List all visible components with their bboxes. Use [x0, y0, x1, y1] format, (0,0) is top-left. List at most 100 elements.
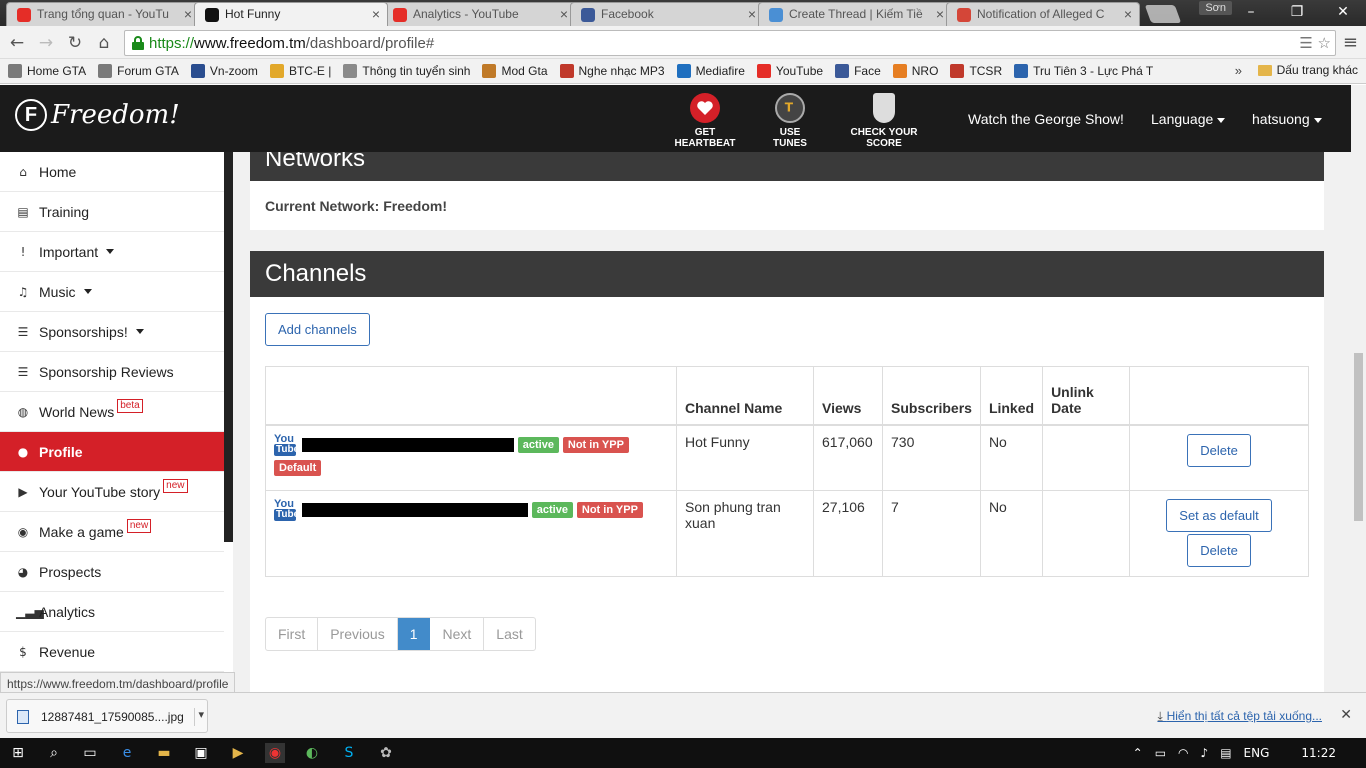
pager-page-1[interactable]: 1 — [397, 618, 431, 650]
notification-icon[interactable]: ▤ — [1220, 746, 1231, 760]
minimize-icon[interactable]: – — [1228, 0, 1274, 24]
wifi-icon[interactable]: ◠ — [1178, 746, 1188, 760]
chrome-icon[interactable]: ◉ — [265, 743, 285, 763]
skype-icon[interactable]: S — [339, 743, 359, 763]
close-tab-icon[interactable]: × — [936, 6, 944, 22]
sidebar-item-make-a-game[interactable]: ◉ Make a game new — [0, 512, 224, 552]
browser-tab[interactable]: Trang tổng quan - YouTu × — [6, 2, 200, 26]
bookmark-item[interactable]: Mediafire — [676, 64, 745, 78]
language-indicator[interactable]: ENG — [1244, 746, 1270, 760]
add-channels-button[interactable]: Add channels — [265, 313, 370, 346]
bookmark-item[interactable]: TCSR — [950, 64, 1002, 78]
column-header — [265, 366, 677, 426]
pager-next[interactable]: Next — [430, 618, 485, 650]
bookmark-item[interactable]: Nghe nhạc MP3 — [559, 64, 665, 78]
volume-icon[interactable]: ♪ — [1201, 746, 1209, 760]
close-icon[interactable]: ✕ — [1340, 707, 1352, 723]
get-heartbeat-link[interactable]: GET HEARTBEAT — [666, 93, 744, 149]
close-tab-icon[interactable]: × — [184, 6, 192, 22]
home-icon[interactable]: ⌂ — [93, 32, 115, 54]
sidebar-item-your-youtube-story[interactable]: ▶ Your YouTube story new — [0, 472, 224, 512]
download-item[interactable]: 12887481_17590085....jpg ▾ — [6, 699, 208, 733]
translate-icon[interactable]: ☰ ☆ — [1299, 34, 1331, 52]
bookmark-item[interactable]: Thông tin tuyển sinh — [343, 64, 470, 78]
sidebar-item-important[interactable]: ! Important — [0, 232, 224, 272]
use-tunes-link[interactable]: T USE TUNES — [762, 93, 818, 149]
user-dropdown[interactable]: hatsuong — [1252, 111, 1322, 127]
delete-button[interactable]: Delete — [1187, 534, 1251, 567]
sidebar-item-revenue[interactable]: $ Revenue — [0, 632, 224, 672]
get-heartbeat-label: GET HEARTBEAT — [674, 127, 736, 149]
browser-menu-icon[interactable]: ≡ — [1343, 32, 1358, 53]
browser-tab[interactable]: Facebook × — [570, 2, 764, 26]
bookmarks-overflow-button[interactable]: » — [1235, 63, 1242, 78]
task-view-icon[interactable]: ▭ — [80, 743, 100, 763]
bookmark-item[interactable]: BTC-E | — [269, 64, 331, 78]
edge-icon[interactable]: e — [117, 743, 137, 763]
browser-tab[interactable]: Analytics - YouTube × — [382, 2, 576, 26]
sidebar-item-home[interactable]: ⌂ Home — [0, 152, 224, 192]
bookmark-item[interactable]: Face — [835, 64, 881, 78]
windows-start-icon[interactable]: ⊞ — [8, 743, 28, 763]
pager-first[interactable]: First — [266, 618, 319, 650]
restore-icon[interactable]: ❐ — [1274, 0, 1320, 24]
other-bookmarks-folder[interactable]: Dấu trang khác — [1257, 63, 1358, 77]
game-icon[interactable]: ✿ — [376, 743, 396, 763]
bookmark-item[interactable]: NRO — [892, 64, 938, 78]
clock[interactable]: 11:22 — [1301, 746, 1336, 760]
bookmark-item[interactable]: Tru Tiên 3 - Lực Phá T — [1014, 64, 1153, 78]
chevron-up-icon[interactable]: ⌃ — [1133, 746, 1143, 760]
back-icon[interactable]: ← — [6, 32, 28, 54]
close-tab-icon[interactable]: × — [748, 6, 756, 22]
search-icon[interactable]: ⌕ — [44, 743, 64, 763]
bookmark-item[interactable]: YouTube — [756, 64, 823, 78]
bookmark-item[interactable]: Mod Gta — [482, 64, 548, 78]
set-default-button[interactable]: Set as default — [1166, 499, 1272, 532]
sidebar-item-sponsorship-reviews[interactable]: ☰ Sponsorship Reviews — [0, 352, 224, 392]
close-tab-icon[interactable]: × — [372, 6, 380, 22]
new-tab-button[interactable] — [1144, 5, 1182, 23]
sidebar-item-sponsorships[interactable]: ☰ Sponsorships! — [0, 312, 224, 352]
sidebar-item-analytics[interactable]: ▁▃▅ Analytics — [0, 592, 224, 632]
pager-last[interactable]: Last — [484, 618, 534, 650]
delete-button[interactable]: Delete — [1187, 433, 1251, 467]
file-explorer-icon[interactable]: ▬ — [154, 743, 174, 763]
page-scrollbar[interactable] — [1351, 85, 1366, 692]
sidebar-scrollbar[interactable] — [224, 152, 233, 542]
freedom-logo[interactable]: F Freedom! — [15, 99, 180, 131]
watch-george-show-link[interactable]: Watch the George Show! — [968, 111, 1124, 127]
subscribers-cell: 7 — [882, 490, 981, 577]
sidebar-item-music[interactable]: ♫ Music — [0, 272, 224, 312]
bookmark-item[interactable]: Forum GTA — [98, 64, 179, 78]
table-row: You Tube active Not in YPP Son phung tran… — [265, 490, 1309, 577]
bookmark-label: Nghe nhạc MP3 — [578, 64, 665, 78]
check-score-link[interactable]: CHECK YOUR SCORE — [834, 93, 934, 149]
app-icon[interactable]: ◐ — [302, 743, 322, 763]
sidebar-item-world-news[interactable]: ◍ World News beta — [0, 392, 224, 432]
scrollbar-thumb[interactable] — [1354, 353, 1363, 521]
linked-cell: No — [979, 490, 1044, 577]
sidebar-item-training[interactable]: ▤ Training — [0, 192, 224, 232]
sidebar-item-profile[interactable]: ● Profile — [0, 432, 224, 472]
close-tab-icon[interactable]: × — [560, 6, 568, 22]
show-all-downloads-link[interactable]: ⤓ Hiển thị tất cả tệp tải xuống... — [1157, 709, 1322, 724]
sidebar-item-prospects[interactable]: ◕ Prospects — [0, 552, 224, 592]
battery-icon[interactable]: ▭ — [1155, 746, 1166, 760]
browser-tab[interactable]: Hot Funny × — [194, 2, 388, 26]
chevron-down-icon[interactable]: ▾ — [194, 708, 204, 726]
language-dropdown[interactable]: Language — [1151, 111, 1226, 127]
redacted-channel-title — [301, 437, 514, 452]
browser-tab[interactable]: Notification of Alleged C × — [946, 2, 1140, 26]
bookmark-item[interactable]: Vn-zoom — [190, 64, 258, 78]
forward-icon[interactable]: → — [35, 32, 57, 54]
pager-previous[interactable]: Previous — [318, 618, 398, 650]
media-icon[interactable]: ▶ — [228, 743, 248, 763]
list-icon: ☰ — [17, 324, 29, 339]
browser-tab[interactable]: Create Thread | Kiếm Tiề × — [758, 2, 952, 26]
close-tab-icon[interactable]: × — [1124, 6, 1132, 22]
reload-icon[interactable]: ↻ — [64, 32, 86, 54]
bookmark-item[interactable]: Home GTA — [8, 64, 86, 78]
close-window-icon[interactable]: ✕ — [1320, 0, 1366, 24]
address-bar[interactable]: https://www.freedom.tm/dashboard/profile… — [124, 30, 1336, 56]
store-icon[interactable]: ▣ — [191, 743, 211, 763]
